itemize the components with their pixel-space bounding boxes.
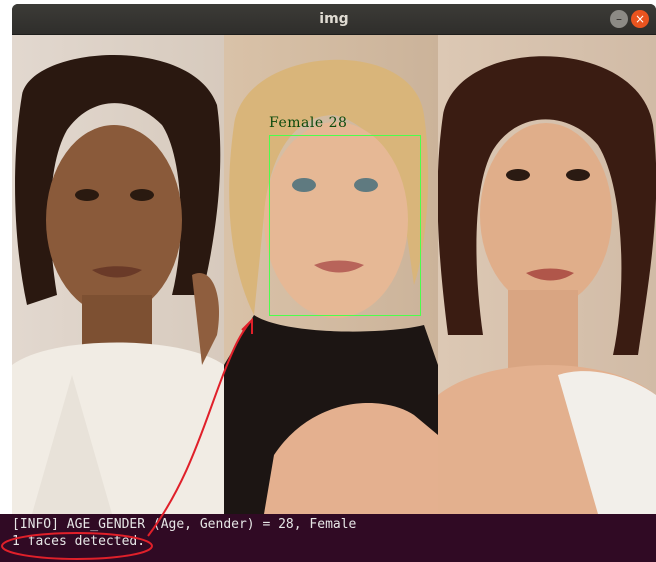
terminal-output: [INFO] AGE_GENDER (Age, Gender) = 28, Fe…: [0, 514, 656, 562]
close-button[interactable]: ×: [631, 10, 649, 28]
portrait-left: [12, 35, 224, 514]
minimize-button[interactable]: –: [610, 10, 628, 28]
window-title: img: [319, 11, 349, 27]
terminal-line-info: [INFO] AGE_GENDER (Age, Gender) = 28, Fe…: [12, 517, 357, 532]
terminal-line-faces: 1 faces detected.: [12, 534, 146, 549]
window-titlebar[interactable]: img – ×: [12, 4, 656, 35]
image-canvas: Female 28: [12, 35, 656, 514]
detection-label: Female 28: [269, 115, 348, 131]
face-bounding-box: [269, 135, 421, 316]
portrait-right: [438, 35, 656, 514]
image-window: img – × Female 28: [12, 4, 656, 514]
